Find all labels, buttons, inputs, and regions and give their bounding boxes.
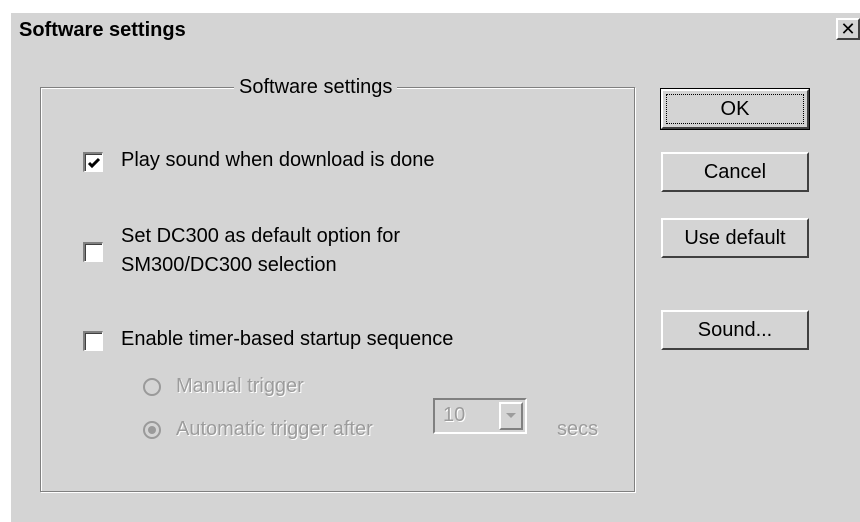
close-button[interactable]: ✕ <box>836 18 860 40</box>
timer-startup-checkbox[interactable] <box>83 331 103 351</box>
trigger-delay-value: 10 <box>443 404 466 426</box>
use-default-button-label: Use default <box>684 227 786 249</box>
ok-button[interactable]: OK <box>660 88 810 130</box>
sound-button[interactable]: Sound... <box>661 310 809 350</box>
cancel-button-label: Cancel <box>703 161 767 183</box>
default-dc300-label-line2[interactable]: SM300/DC300 selection <box>121 252 337 278</box>
checkmark-icon <box>87 157 101 169</box>
play-sound-label[interactable]: Play sound when download is done <box>121 147 435 173</box>
automatic-trigger-radio[interactable] <box>143 421 161 439</box>
timer-startup-label[interactable]: Enable timer-based startup sequence <box>121 326 453 352</box>
radio-selected-dot <box>148 426 156 434</box>
close-icon: ✕ <box>840 19 856 39</box>
settings-dialog: Software settings ✕ Software settings Pl… <box>10 12 860 522</box>
sound-button-label: Sound... <box>697 319 773 341</box>
dropdown-arrow-button[interactable] <box>499 402 523 430</box>
chevron-down-icon <box>506 413 516 418</box>
manual-trigger-radio[interactable] <box>143 378 161 396</box>
group-title: Software settings <box>234 76 398 98</box>
trigger-delay-select[interactable]: 10 <box>433 398 527 434</box>
default-dc300-checkbox[interactable] <box>83 242 103 262</box>
dialog-title: Software settings <box>19 19 186 41</box>
automatic-trigger-label[interactable]: Automatic trigger after <box>176 416 373 442</box>
manual-trigger-label[interactable]: Manual trigger <box>176 373 304 399</box>
play-sound-checkbox[interactable] <box>83 152 103 172</box>
default-dc300-label-line1[interactable]: Set DC300 as default option for <box>121 223 400 249</box>
cancel-button[interactable]: Cancel <box>661 152 809 192</box>
title-bar: Software settings ✕ <box>11 13 860 46</box>
use-default-button[interactable]: Use default <box>661 218 809 258</box>
focus-rect <box>666 94 804 124</box>
secs-unit-label: secs <box>557 418 599 440</box>
software-settings-group: Software settings Play sound when downlo… <box>40 76 635 492</box>
